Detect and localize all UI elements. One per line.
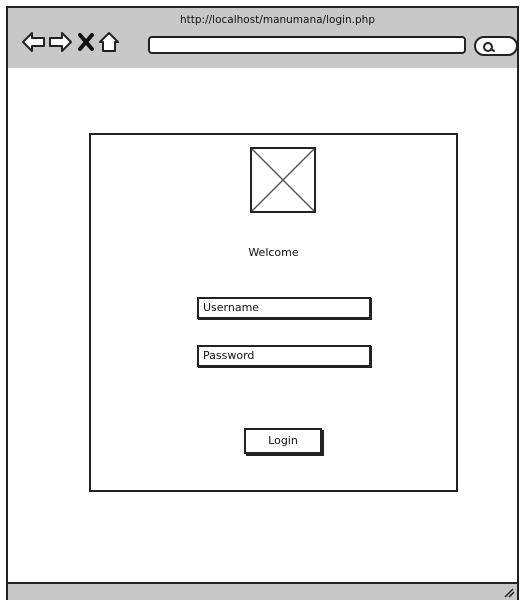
url-label: http://localhost/manumana/login.php (180, 14, 375, 26)
login-panel: Welcome Username Password Login (89, 133, 458, 492)
forward-arrow-icon[interactable] (49, 32, 72, 52)
home-icon[interactable] (99, 32, 119, 52)
search-button[interactable] (474, 36, 518, 56)
search-icon (483, 42, 495, 52)
nav-buttons (20, 28, 142, 56)
resize-grip-icon[interactable] (501, 586, 515, 598)
close-icon[interactable] (78, 33, 94, 51)
browser-toolbar: http://localhost/manumana/login.php (6, 6, 519, 70)
image-placeholder-icon (250, 147, 316, 213)
welcome-heading: Welcome (248, 246, 299, 259)
username-field[interactable]: Username (197, 297, 371, 319)
status-bar (6, 582, 519, 600)
login-button[interactable]: Login (244, 428, 322, 454)
address-bar[interactable] (148, 36, 466, 54)
back-arrow-icon[interactable] (22, 32, 45, 52)
password-field[interactable]: Password (197, 345, 371, 367)
browser-window: http://localhost/manumana/login.php Welc… (0, 0, 525, 600)
